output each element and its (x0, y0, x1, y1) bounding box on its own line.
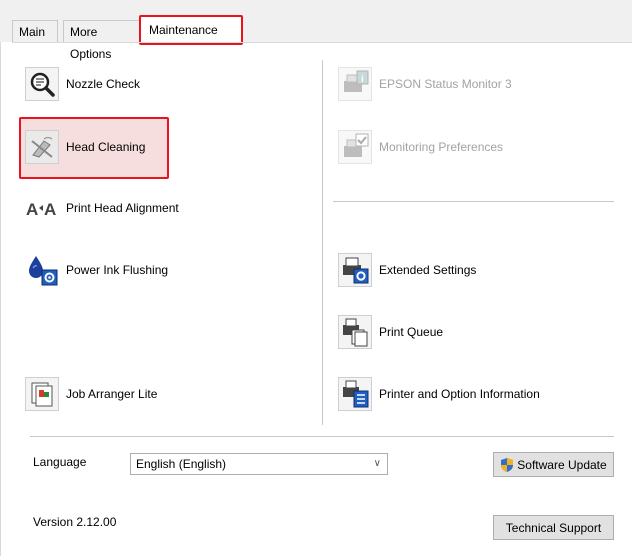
ink-drop-gear-icon (25, 253, 59, 287)
nozzle-check-label: Nozzle Check (66, 77, 141, 91)
extended-settings-button[interactable]: Extended Settings (338, 253, 476, 287)
printer-info-label: Printer and Option Information (379, 387, 540, 401)
right-section-divider (333, 201, 614, 202)
status-monitor-button[interactable]: i EPSON Status Monitor 3 (338, 67, 512, 101)
version-label: Version 2.12.00 (33, 515, 117, 529)
footer-divider (30, 436, 614, 437)
language-select[interactable]: English (English) ∨ (130, 453, 388, 475)
extended-settings-label: Extended Settings (379, 263, 477, 277)
svg-text:A: A (44, 200, 56, 219)
job-arranger-lite-label: Job Arranger Lite (66, 387, 158, 401)
technical-support-button[interactable]: Technical Support (493, 515, 614, 540)
tab-maintenance[interactable]: Maintenance (139, 15, 243, 45)
svg-text:A: A (26, 200, 38, 219)
software-update-button[interactable]: Software Update (493, 452, 614, 477)
power-ink-flushing-label: Power Ink Flushing (66, 263, 169, 277)
language-select-value: English (English) (136, 457, 227, 471)
svg-text:i: i (361, 74, 364, 85)
nozzle-check-button[interactable]: Nozzle Check (25, 67, 140, 101)
printer-pages-icon (338, 315, 372, 349)
head-cleaning-label: Head Cleaning (66, 140, 146, 154)
status-monitor-label: EPSON Status Monitor 3 (379, 77, 512, 91)
print-queue-label: Print Queue (379, 325, 444, 339)
job-arranger-lite-button[interactable]: Job Arranger Lite (25, 377, 157, 411)
chevron-down-icon: ∨ (373, 458, 381, 469)
power-ink-flushing-button[interactable]: Power Ink Flushing (25, 253, 168, 287)
print-queue-button[interactable]: Print Queue (338, 315, 443, 349)
tab-main[interactable]: Main (12, 20, 58, 42)
tab-more-options[interactable]: More Options (63, 20, 143, 61)
head-cleaning-button[interactable]: Head Cleaning (25, 130, 145, 164)
monitoring-preferences-label: Monitoring Preferences (379, 140, 504, 154)
language-label: Language (33, 455, 87, 469)
alignment-icon: A A (25, 191, 59, 225)
printer-info-button[interactable]: Printer and Option Information (338, 377, 540, 411)
job-arranger-icon (25, 377, 59, 411)
printer-list-icon (338, 377, 372, 411)
monitoring-preferences-button[interactable]: Monitoring Preferences (338, 130, 503, 164)
software-update-label: Software Update (517, 457, 607, 472)
panel-left-edge (0, 42, 1, 556)
printer-info-icon: i (338, 67, 372, 101)
column-divider (322, 60, 323, 425)
tab-bar: Main More Options Maintenance (0, 0, 632, 61)
tab-panel-border (12, 42, 632, 43)
head-cleaning-icon (25, 130, 59, 164)
shield-icon (501, 457, 514, 472)
nozzle-check-icon (25, 67, 59, 101)
printer-gear-icon (338, 253, 372, 287)
printer-check-icon (338, 130, 372, 164)
print-head-alignment-label: Print Head Alignment (66, 201, 179, 215)
print-head-alignment-button[interactable]: A A Print Head Alignment (25, 191, 179, 225)
technical-support-label: Technical Support (505, 520, 602, 535)
